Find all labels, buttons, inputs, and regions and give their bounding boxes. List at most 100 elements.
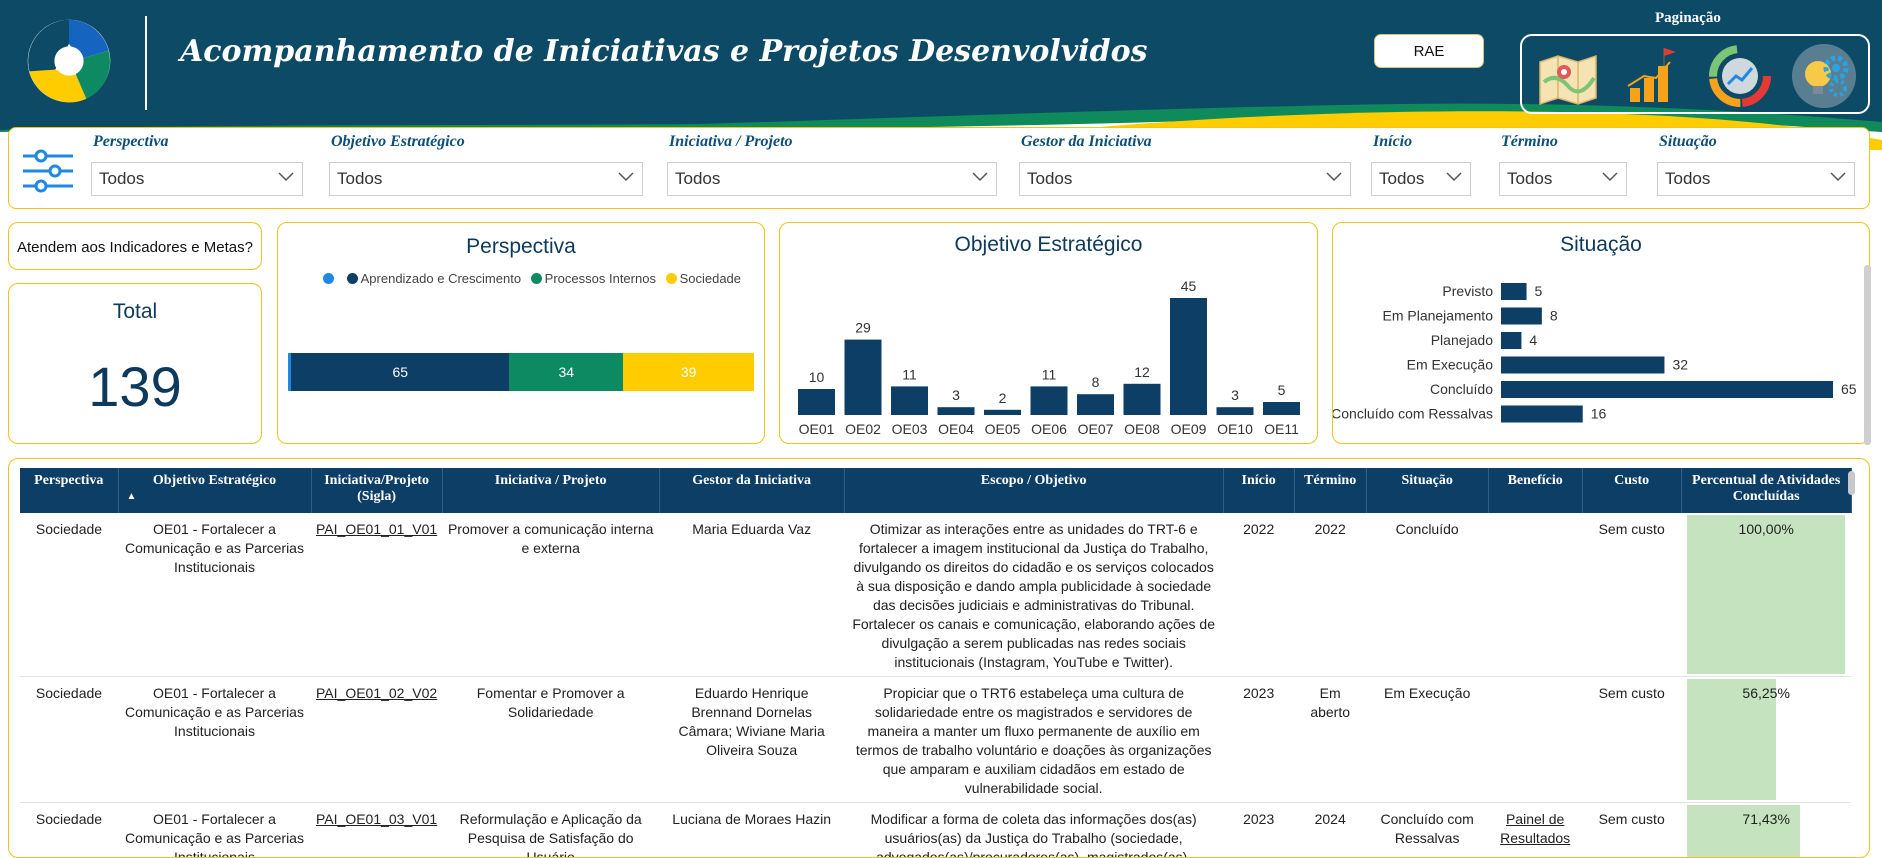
- cell-objetivo: OE01 - Fortalecer a Comunicação e as Par…: [118, 803, 311, 858]
- total-title: Total: [9, 300, 261, 324]
- bar: [891, 386, 928, 415]
- column-header[interactable]: Objetivo Estratégico▲: [118, 468, 311, 513]
- chevron-down-icon: [1446, 172, 1462, 182]
- chart-title: Perspectiva: [278, 235, 764, 259]
- tick-label: OE06: [1031, 421, 1067, 437]
- cell-inicio: 2023: [1223, 677, 1294, 803]
- column-header[interactable]: Iniciativa/Projeto (Sigla): [311, 468, 442, 513]
- tick-label: OE01: [799, 421, 835, 437]
- filter-label: Iniciativa / Projeto: [669, 133, 793, 151]
- legend-dot: [347, 273, 358, 284]
- gestor-dropdown[interactable]: Todos: [1019, 162, 1351, 196]
- total-value: 139: [9, 354, 261, 419]
- situacao-scrollbar[interactable]: [1864, 265, 1871, 445]
- column-header[interactable]: Perspectiva: [20, 468, 118, 513]
- cell-percentual: 100,00%: [1681, 513, 1851, 677]
- pagination-panel: [1520, 34, 1870, 114]
- filter-bar: Perspectiva Todos Objetivo Estratégico T…: [8, 127, 1870, 209]
- column-header[interactable]: Situação: [1366, 468, 1488, 513]
- cell-sigla-link[interactable]: PAI_OE01_01_V01: [311, 513, 442, 677]
- column-header[interactable]: Benefício: [1488, 468, 1582, 513]
- stacked-segment[interactable]: 65: [291, 353, 509, 391]
- column-header[interactable]: Escopo / Objetivo: [844, 468, 1223, 513]
- cell-sigla-link[interactable]: PAI_OE01_03_V01: [311, 803, 442, 858]
- tick-label: OE10: [1217, 421, 1253, 437]
- category-label: Em Planejamento: [1382, 308, 1493, 324]
- table-row[interactable]: Sociedade OE01 - Fortalecer a Comunicaçã…: [20, 803, 1851, 858]
- cell-beneficio[interactable]: [1488, 677, 1582, 803]
- legend-item-blue[interactable]: [323, 271, 337, 286]
- termino-dropdown[interactable]: Todos: [1499, 162, 1627, 196]
- column-header[interactable]: Gestor da Iniciativa: [659, 468, 844, 513]
- bar: [984, 410, 1021, 415]
- cell-termino: Em aberto: [1294, 677, 1366, 803]
- bar: [1501, 308, 1542, 325]
- bar: [1263, 402, 1300, 415]
- column-header[interactable]: Término: [1294, 468, 1366, 513]
- cell-escopo: Modificar a forma de coleta das informaç…: [844, 803, 1223, 858]
- indicators-question-card[interactable]: Atendem aos Indicadores e Metas?: [8, 222, 262, 270]
- table-scrollbar[interactable]: [1848, 471, 1855, 495]
- legend-item-processos[interactable]: Processos Internos: [531, 271, 656, 286]
- cell-custo: Sem custo: [1582, 677, 1681, 803]
- cell-custo: Sem custo: [1582, 803, 1681, 858]
- category-label: Concluído: [1430, 381, 1493, 397]
- filter-sliders-icon[interactable]: [21, 148, 75, 194]
- projects-table-card: Perspectiva Objetivo Estratégico▲ Inicia…: [8, 458, 1870, 858]
- percent-value: 100,00%: [1681, 513, 1851, 539]
- cell-inicio: 2023: [1223, 803, 1294, 858]
- bar-growth-icon[interactable]: [1620, 42, 1688, 110]
- gears-lightbulb-icon[interactable]: [1790, 42, 1858, 110]
- iniciativa-dropdown[interactable]: Todos: [667, 162, 997, 196]
- filter-label: Situação: [1659, 133, 1717, 151]
- data-label: 12: [1134, 364, 1150, 380]
- table-row[interactable]: Sociedade OE01 - Fortalecer a Comunicaçã…: [20, 513, 1851, 677]
- column-header[interactable]: Percentual de Atividades Concluídas: [1681, 468, 1851, 513]
- cell-perspectiva: Sociedade: [20, 677, 118, 803]
- projects-table: Perspectiva Objetivo Estratégico▲ Inicia…: [20, 468, 1852, 858]
- tick-label: OE04: [938, 421, 974, 437]
- cell-sigla-link[interactable]: PAI_OE01_02_V02: [311, 677, 442, 803]
- situacao-dropdown[interactable]: Todos: [1657, 162, 1855, 196]
- data-label: 8: [1092, 374, 1100, 390]
- category-label: Previsto: [1442, 283, 1493, 299]
- data-label: 29: [855, 320, 871, 336]
- column-header[interactable]: Iniciativa / Projeto: [442, 468, 659, 513]
- perspectiva-dropdown[interactable]: Todos: [91, 162, 303, 196]
- data-label: 10: [809, 369, 825, 385]
- gauge-icon[interactable]: [1706, 42, 1774, 110]
- tick-label: OE05: [985, 421, 1021, 437]
- tick-label: OE03: [892, 421, 928, 437]
- cell-custo: Sem custo: [1582, 513, 1681, 677]
- bar: [798, 389, 835, 415]
- objetivo-dropdown[interactable]: Todos: [329, 162, 643, 196]
- cell-beneficio[interactable]: [1488, 513, 1582, 677]
- cell-situacao: Em Execução: [1366, 677, 1488, 803]
- bar: [1501, 381, 1833, 398]
- sort-ascending-icon[interactable]: ▲: [123, 491, 307, 502]
- map-icon[interactable]: [1534, 42, 1602, 110]
- table-header-row: Perspectiva Objetivo Estratégico▲ Inicia…: [20, 468, 1851, 513]
- bar: [1501, 332, 1521, 349]
- column-header[interactable]: Custo: [1582, 468, 1681, 513]
- cell-perspectiva: Sociedade: [20, 513, 118, 677]
- table-row[interactable]: Sociedade OE01 - Fortalecer a Comunicaçã…: [20, 677, 1851, 803]
- chart-title: Situação: [1333, 233, 1869, 257]
- data-label: 16: [1591, 406, 1607, 422]
- column-header[interactable]: Início: [1223, 468, 1294, 513]
- legend-dot: [666, 273, 677, 284]
- legend-item-sociedade[interactable]: Sociedade: [666, 271, 741, 286]
- stacked-segment[interactable]: 34: [509, 353, 623, 391]
- rae-button[interactable]: RAE: [1374, 34, 1484, 68]
- bar: [1501, 283, 1527, 300]
- cell-beneficio[interactable]: Painel de Resultados: [1488, 803, 1582, 858]
- inicio-dropdown[interactable]: Todos: [1371, 162, 1471, 196]
- cell-escopo: Otimizar as interações entre as unidades…: [844, 513, 1223, 677]
- bar: [1501, 406, 1583, 423]
- chevron-down-icon: [278, 172, 294, 182]
- data-label: 5: [1535, 283, 1543, 299]
- data-label: 65: [1841, 381, 1857, 397]
- legend-item-aprendizado[interactable]: Aprendizado e Crescimento: [347, 271, 521, 286]
- data-label: 11: [1042, 366, 1057, 382]
- stacked-segment[interactable]: 39: [623, 353, 754, 391]
